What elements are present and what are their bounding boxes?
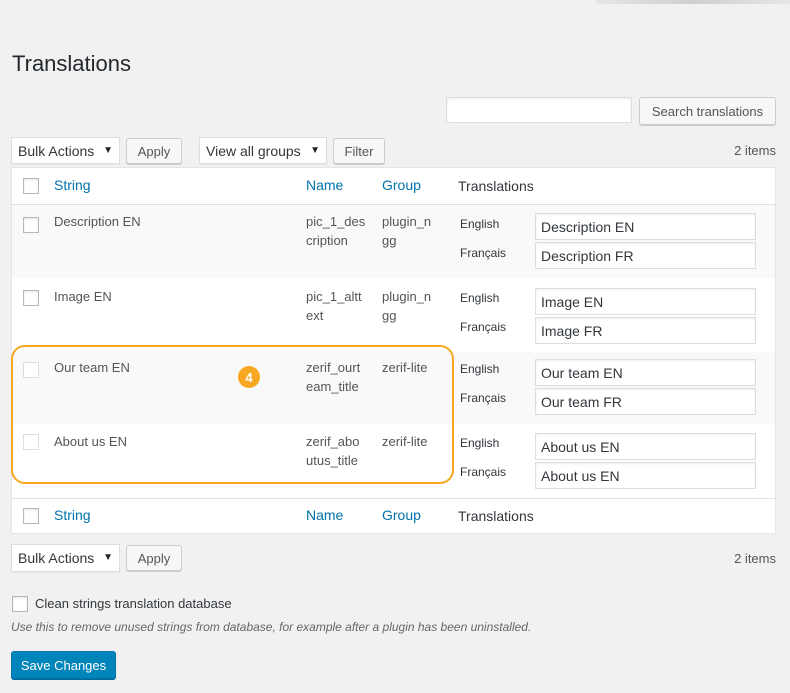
translation-input-english[interactable]: About us EN	[535, 433, 756, 460]
bulk-actions-select-top[interactable]: Bulk Actions ▼	[11, 137, 120, 164]
column-group-footer[interactable]: Group	[382, 507, 421, 523]
chevron-down-icon: ▼	[103, 552, 113, 563]
items-count-top: 2 items	[734, 143, 776, 158]
filter-button[interactable]: Filter	[333, 138, 385, 164]
lang-label-english: English	[460, 436, 500, 450]
group-cell: plugin_ngg	[382, 214, 432, 248]
name-cell: pic_1_alttext	[306, 289, 362, 323]
callout-highlight-box	[11, 345, 454, 484]
bulk-actions-select-bottom[interactable]: Bulk Actions ▼	[11, 544, 120, 572]
translation-input-french[interactable]: Image FR	[535, 317, 756, 344]
select-all-checkbox-footer[interactable]	[23, 508, 39, 524]
table-row: Description EN pic_1_description plugin_…	[12, 205, 775, 278]
view-groups-label: View all groups	[206, 142, 301, 159]
clean-database-description: Use this to remove unused strings from d…	[11, 620, 532, 634]
search-input[interactable]	[446, 97, 632, 123]
translation-input-english[interactable]: Description EN	[535, 213, 756, 240]
string-cell: Image EN	[54, 289, 112, 304]
column-group-header[interactable]: Group	[382, 177, 421, 193]
bulk-actions-label: Bulk Actions	[18, 142, 95, 159]
items-count-bottom: 2 items	[734, 551, 776, 566]
column-string-footer[interactable]: String	[54, 507, 91, 523]
row-checkbox[interactable]	[23, 217, 39, 233]
page-title: Translations	[12, 50, 132, 76]
chevron-down-icon: ▼	[310, 145, 320, 156]
save-changes-button[interactable]: Save Changes	[11, 651, 116, 679]
translation-input-french[interactable]: About us EN	[535, 462, 756, 489]
bulk-actions-label: Bulk Actions	[18, 550, 95, 566]
translation-input-english[interactable]: Our team EN	[535, 359, 756, 386]
chevron-down-icon: ▼	[103, 145, 113, 156]
translation-input-french[interactable]: Description FR	[535, 242, 756, 269]
lang-label-french: Français	[460, 391, 507, 405]
column-translations-footer: Translations	[458, 508, 534, 524]
clean-database-label: Clean strings translation database	[35, 596, 232, 611]
translation-input-english[interactable]: Image EN	[535, 288, 756, 315]
clean-database-checkbox[interactable]	[12, 596, 28, 612]
apply-button-top[interactable]: Apply	[126, 138, 182, 164]
column-string-header[interactable]: String	[54, 177, 91, 193]
row-checkbox[interactable]	[23, 290, 39, 306]
lang-label-french: Français	[460, 465, 507, 479]
top-strip	[596, 0, 790, 4]
search-translations-button[interactable]: Search translations	[639, 97, 776, 125]
name-cell: pic_1_description	[306, 214, 366, 248]
select-all-checkbox[interactable]	[23, 178, 39, 194]
lang-label-english: English	[460, 291, 500, 305]
table-footer-row: String Name Group Translations	[12, 499, 775, 533]
translation-input-french[interactable]: Our team FR	[535, 388, 756, 415]
table-row: Image EN pic_1_alttext plugin_ngg Englis…	[12, 278, 775, 352]
lang-label-french: Français	[460, 320, 507, 334]
lang-label-english: English	[460, 217, 500, 231]
view-groups-select[interactable]: View all groups ▼	[199, 137, 327, 164]
lang-label-french: Français	[460, 246, 507, 260]
column-translations-header: Translations	[458, 178, 534, 194]
table-header-row: String Name Group Translations	[12, 168, 775, 205]
callout-badge: 4	[238, 366, 260, 388]
column-name-header[interactable]: Name	[306, 177, 343, 193]
string-cell: Description EN	[54, 214, 141, 229]
group-cell: plugin_ngg	[382, 289, 432, 323]
column-name-footer[interactable]: Name	[306, 507, 343, 523]
apply-button-bottom[interactable]: Apply	[126, 545, 182, 571]
lang-label-english: English	[460, 362, 500, 376]
